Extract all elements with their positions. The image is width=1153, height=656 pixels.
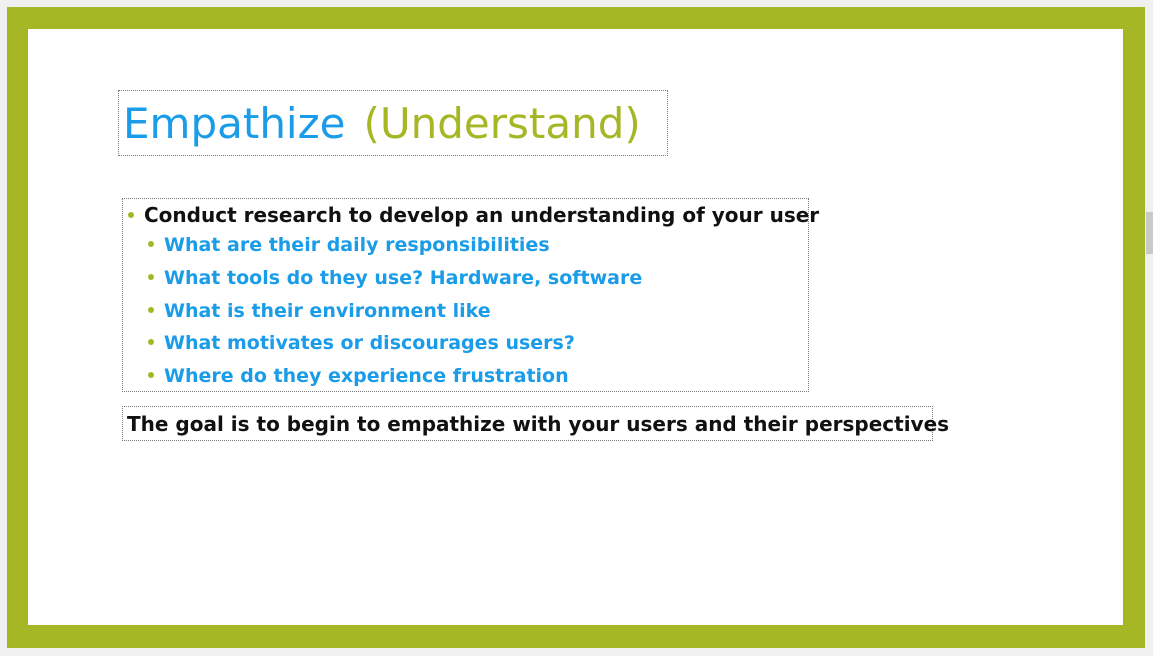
bullet-main-text: Conduct research to develop an understan… bbox=[144, 203, 820, 227]
slide-title: Empathize bbox=[123, 99, 346, 148]
sub-bullet-item: What tools do they use? Hardware, softwa… bbox=[148, 267, 642, 289]
bullet-dot-icon bbox=[148, 306, 154, 313]
sub-bullet-text: What motivates or discourages users? bbox=[164, 332, 575, 354]
bullet-dot-icon bbox=[148, 273, 154, 280]
presentation-stage: Empathize (Understand) Conduct research t… bbox=[0, 0, 1153, 656]
title-textbox[interactable]: Empathize (Understand) bbox=[118, 90, 668, 156]
bullet-item-main: Conduct research to develop an understan… bbox=[128, 203, 819, 227]
sub-bullet-item: Where do they experience frustration bbox=[148, 365, 569, 387]
goal-statement: The goal is to begin to empathize with y… bbox=[127, 412, 950, 436]
bullet-dot-icon bbox=[148, 240, 154, 247]
bullet-dot-icon bbox=[148, 338, 154, 345]
goal-textbox[interactable]: The goal is to begin to empathize with y… bbox=[122, 406, 949, 441]
sub-bullet-text: What tools do they use? Hardware, softwa… bbox=[164, 267, 643, 289]
bullet-dot-icon bbox=[148, 371, 154, 378]
slide-title-subtitle: (Understand) bbox=[363, 99, 641, 148]
sub-bullet-text: What are their daily responsibilities bbox=[164, 234, 550, 256]
sub-bullet-item: What is their environment like bbox=[148, 300, 491, 322]
sub-bullet-text: What is their environment like bbox=[164, 300, 491, 322]
sub-bullet-item: What are their daily responsibilities bbox=[148, 234, 550, 256]
sub-bullet-text: Where do they experience frustration bbox=[164, 365, 569, 387]
bullet-dot-icon bbox=[128, 211, 134, 218]
sub-bullet-item: What motivates or discourages users? bbox=[148, 332, 575, 354]
bullets-textbox[interactable]: Conduct research to develop an understan… bbox=[122, 198, 819, 392]
vertical-scrollbar-thumb[interactable] bbox=[1146, 212, 1153, 254]
